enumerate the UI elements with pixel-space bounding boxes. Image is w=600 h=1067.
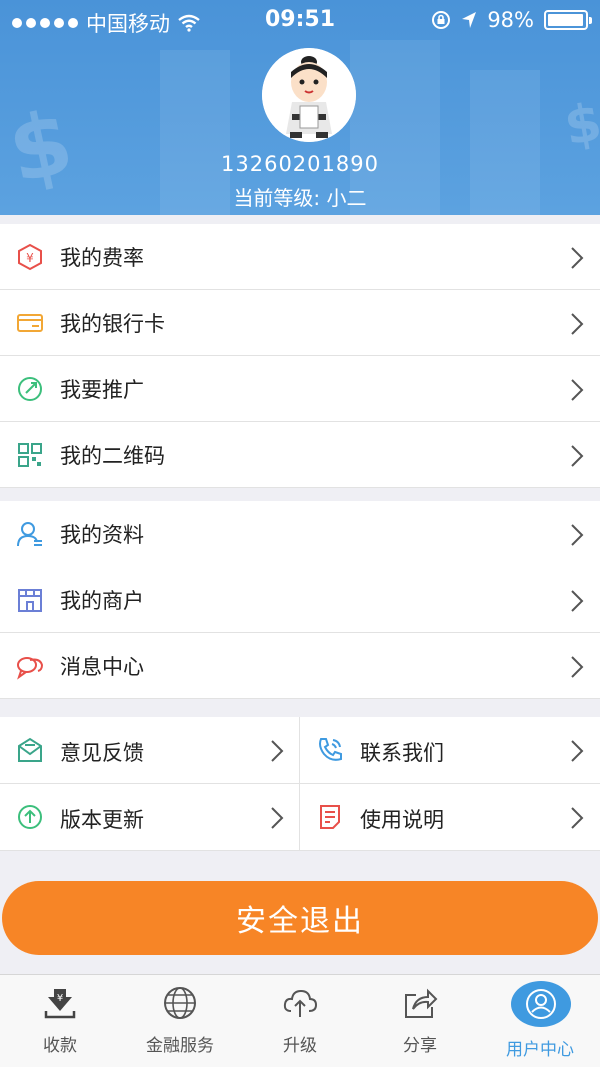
avatar-character-icon [262,48,356,142]
chevron-right-icon [571,379,584,401]
finance-globe-icon [164,987,196,1019]
battery-icon [544,10,592,30]
svg-text:¥: ¥ [57,993,63,1004]
menu-item-label: 意见反馈 [60,741,144,765]
menu-item-label: 联系我们 [360,741,444,765]
chevron-right-icon [571,590,584,612]
bank-card-icon [17,314,43,332]
orientation-lock-icon [432,11,451,29]
menu-item-label: 我要推广 [60,377,144,402]
chevron-right-icon [571,656,584,678]
chevron-right-icon [571,247,584,269]
menu-item-qr-code[interactable]: 我的二维码 [0,422,600,488]
share-icon [405,988,438,1018]
menu-item-label: 我的银行卡 [60,311,165,336]
instructions-icon [320,805,340,829]
menu-item-label: 版本更新 [60,808,144,832]
update-icon [18,805,42,829]
menu-item-contact-us[interactable]: 联系我们 [300,717,600,784]
menu-item-version-update[interactable]: 版本更新 [0,784,300,851]
bottom-tab-bar: ¥ 收款 金融服务 升级 分享 用户中心 [0,974,600,1067]
svg-text:¥: ¥ [26,251,34,265]
menu-item-messages[interactable]: 消息中心 [0,633,600,699]
menu-item-label: 我的二维码 [60,443,165,468]
user-phone-number: 13260201890 [221,152,379,176]
phone-contact-icon [319,738,342,761]
menu-group-profile: 我的资料 我的商户 消息中心 [0,501,600,699]
chevron-right-icon [571,445,584,467]
tab-financial-services[interactable]: 金融服务 [120,975,240,1067]
menu-grid-support: 意见反馈 联系我们 版本更新 使用说明 [0,717,600,851]
message-icon [17,657,44,680]
status-bar: 中国移动 09:51 98% [0,0,600,40]
tab-label: 升级 [283,1036,317,1056]
chevron-right-icon [271,807,284,829]
battery-percent: 98% [487,8,534,32]
chevron-right-icon [271,740,284,762]
chevron-right-icon [571,807,584,829]
chevron-right-icon [571,740,584,762]
dollar-decoration: $ [560,92,600,158]
receive-payment-icon: ¥ [44,989,76,1019]
menu-item-label: 我的费率 [60,245,144,270]
upgrade-cloud-icon [283,989,318,1017]
tab-label: 用户中心 [506,1040,574,1060]
menu-item-label: 我的商户 [60,588,144,613]
location-arrow-icon [462,12,477,28]
profile-header: $ $ 中国移动 09:51 98% 13260201890 当前等级: 小二 [0,0,600,215]
qr-code-icon [18,443,42,467]
menu-item-label: 消息中心 [60,654,144,679]
menu-item-rate[interactable]: ¥ 我的费率 [0,224,600,290]
menu-group-account: ¥ 我的费率 我的银行卡 我要推广 我的二维码 [0,224,600,488]
menu-item-feedback[interactable]: 意见反馈 [0,717,300,784]
menu-item-label: 我的资料 [60,523,144,547]
logout-button[interactable]: 安全退出 [2,881,598,955]
chevron-right-icon [571,313,584,335]
menu-item-instructions[interactable]: 使用说明 [300,784,600,851]
tab-label: 收款 [43,1036,77,1056]
user-level: 当前等级: 小二 [233,186,367,210]
menu-item-label: 使用说明 [360,808,444,832]
tab-label: 分享 [403,1036,437,1056]
tab-upgrade[interactable]: 升级 [240,975,360,1067]
user-center-icon [526,989,556,1019]
menu-item-merchant[interactable]: 我的商户 [0,567,600,633]
menu-item-bank-card[interactable]: 我的银行卡 [0,290,600,356]
avatar[interactable] [262,48,356,142]
tab-receive-payment[interactable]: ¥ 收款 [0,975,120,1067]
chevron-right-icon [571,524,584,546]
tab-label: 金融服务 [146,1036,214,1056]
merchant-store-icon [18,589,42,612]
menu-item-profile[interactable]: 我的资料 [0,501,600,567]
promote-icon [18,377,42,401]
tab-share[interactable]: 分享 [360,975,480,1067]
menu-item-promote[interactable]: 我要推广 [0,356,600,422]
profile-icon [17,522,42,547]
tab-user-center[interactable]: 用户中心 [480,975,600,1067]
feedback-icon [18,737,42,762]
rate-yen-icon: ¥ [18,243,42,271]
grid-divider [299,717,300,851]
